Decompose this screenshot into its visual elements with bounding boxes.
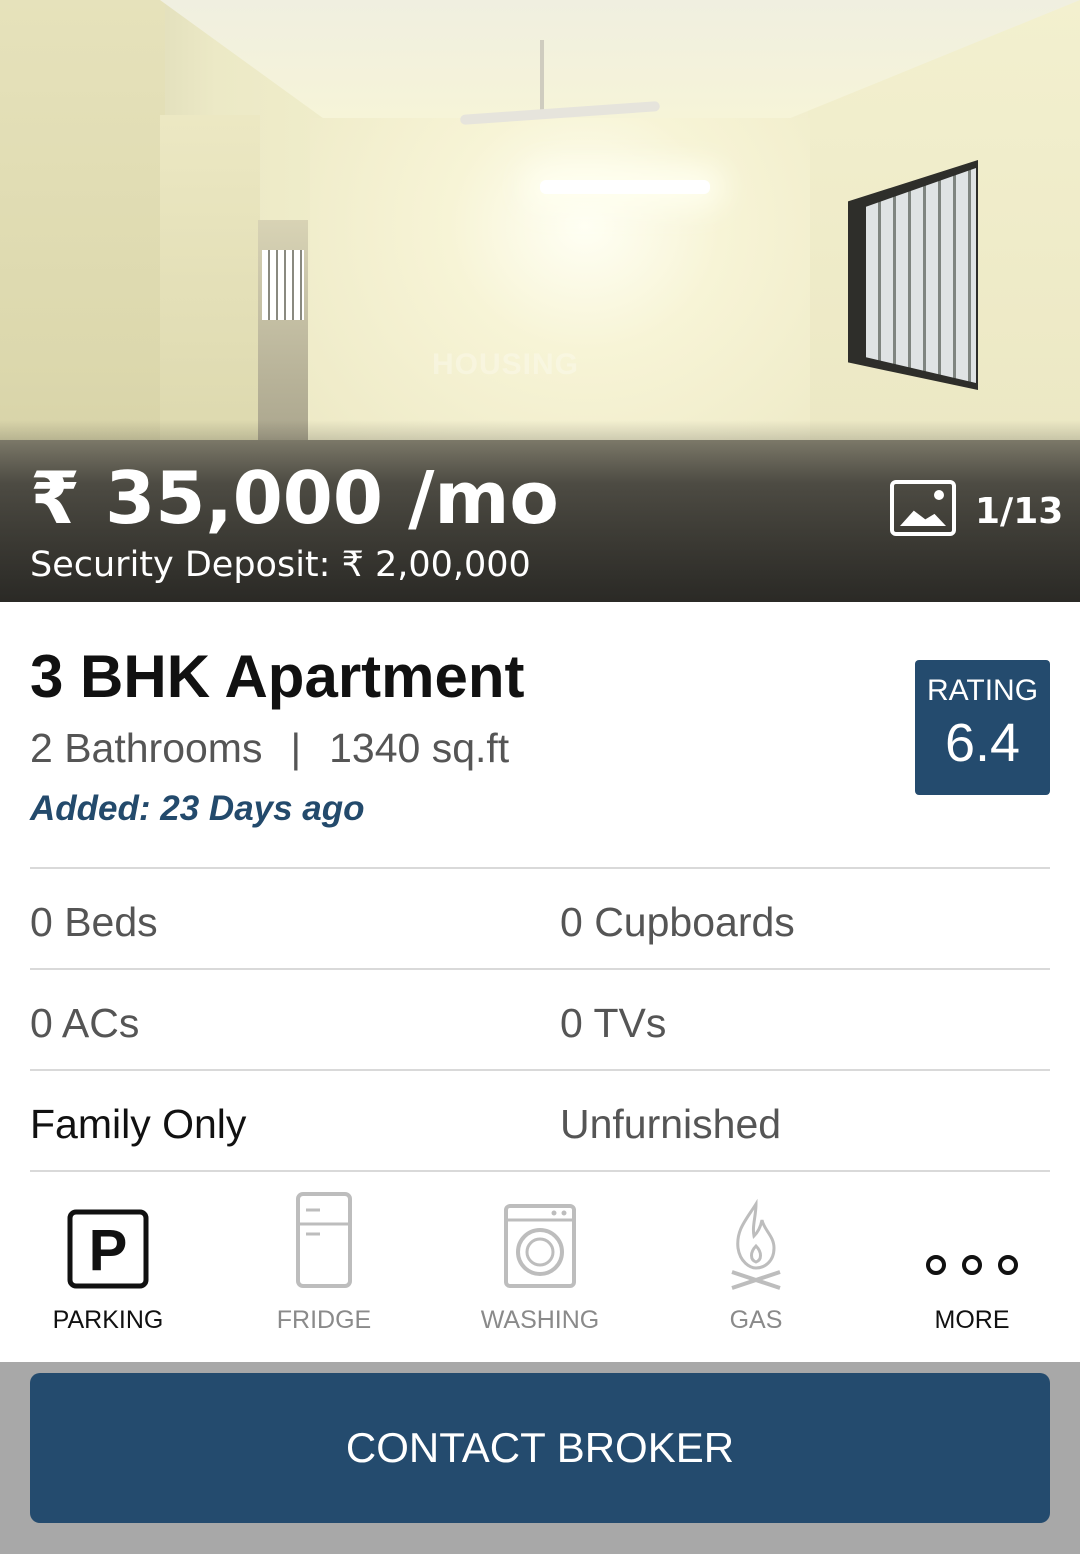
fridge-icon: [296, 1192, 352, 1288]
amenity-parking[interactable]: P PARKING: [0, 1190, 216, 1350]
listing-specs: 2 Bathrooms | 1340 sq.ft: [30, 725, 510, 771]
image-gallery-icon[interactable]: [890, 480, 956, 536]
divider: [30, 968, 1050, 970]
security-deposit: Security Deposit: ₹ 2,00,000: [30, 545, 531, 585]
photo-door-window: [262, 250, 304, 320]
amenity-gas[interactable]: GAS: [648, 1190, 864, 1350]
specs-separator: |: [290, 725, 302, 771]
rating-value: 6.4: [944, 713, 1021, 773]
cupboards-count: 0 Cupboards: [560, 899, 795, 945]
tenant-preference: Family Only: [30, 1101, 247, 1147]
photo-fan-rod: [540, 40, 544, 110]
gallery-sun-shape: [934, 490, 944, 500]
acs-count: 0 ACs: [30, 1000, 140, 1046]
amenity-washing[interactable]: WASHING: [432, 1190, 648, 1350]
tvs-count: 0 TVs: [560, 1000, 667, 1046]
divider: [30, 867, 1050, 869]
gas-flame-icon: [731, 1198, 781, 1290]
added-date: Added: 23 Days ago: [30, 789, 365, 828]
rating-badge[interactable]: RATING 6.4: [915, 660, 1050, 795]
amenity-label: MORE: [934, 1306, 1010, 1334]
amenity-label: PARKING: [52, 1306, 164, 1334]
parking-icon: P: [67, 1209, 149, 1289]
amenity-fridge[interactable]: FRIDGE: [216, 1190, 432, 1350]
amenity-label: GAS: [729, 1306, 783, 1334]
area-size: 1340 sq.ft: [329, 725, 510, 771]
listing-title: 3 BHK Apartment: [30, 643, 525, 710]
beds-count: 0 Beds: [30, 899, 158, 945]
amenity-label: WASHING: [480, 1306, 600, 1334]
gallery-mountain-shape: [900, 510, 946, 526]
more-dots-icon: [926, 1255, 1018, 1275]
rating-label: RATING: [926, 674, 1039, 707]
amenity-label: FRIDGE: [276, 1306, 372, 1334]
divider: [30, 1170, 1050, 1172]
svg-text:P: P: [89, 1218, 128, 1283]
divider: [30, 1069, 1050, 1071]
contact-broker-button[interactable]: CONTACT BROKER: [30, 1373, 1050, 1523]
photo-counter[interactable]: 1/13: [975, 494, 1063, 530]
rent-price: ₹ 35,000 /mo: [30, 456, 559, 540]
photo-watermark: HOUSING: [432, 348, 580, 381]
bathrooms-count: 2 Bathrooms: [30, 725, 263, 771]
washing-machine-icon: [504, 1204, 576, 1288]
furnishing-status: Unfurnished: [560, 1101, 782, 1147]
amenity-more[interactable]: MORE: [864, 1190, 1080, 1350]
property-photo[interactable]: HOUSING ₹ 35,000 /mo Security Deposit: ₹…: [0, 0, 1080, 602]
photo-tubelight: [540, 180, 710, 194]
